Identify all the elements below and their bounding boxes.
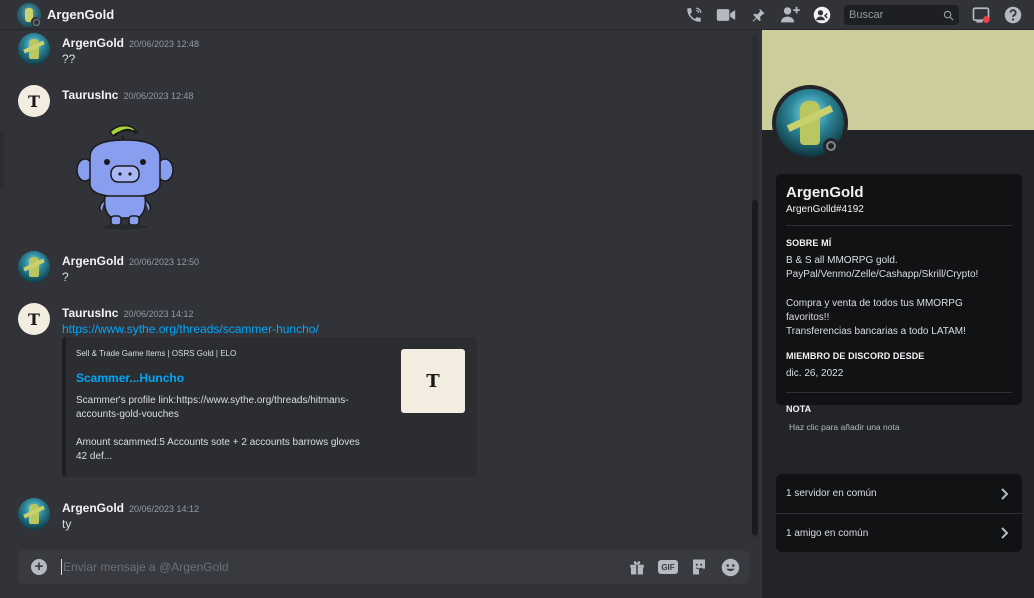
mutual-servers-label: 1 servidor en común xyxy=(786,488,877,499)
message-timestamp: 20/06/2023 12:48 xyxy=(123,91,194,101)
divider xyxy=(786,392,1012,393)
profile-panel: ArgenGold ArgenGolld#4192 SOBRE MÍ B & S… xyxy=(762,30,1034,598)
message-composer[interactable]: + Enviar mensaje a @ArgenGold GIF xyxy=(18,550,749,584)
embed-provider[interactable]: Sell & Trade Game Items | OSRS Gold | EL… xyxy=(76,349,236,358)
search-input[interactable]: Buscar xyxy=(844,5,959,25)
status-offline-icon xyxy=(823,138,839,154)
link-embed: Sell & Trade Game Items | OSRS Gold | EL… xyxy=(62,337,477,477)
member-since-header: MIEMBRO DE DISCORD DESDE xyxy=(786,351,925,361)
message-author[interactable]: ArgenGold xyxy=(62,254,124,268)
message-author[interactable]: ArgenGold xyxy=(62,36,124,50)
avatar[interactable] xyxy=(18,498,50,530)
divider xyxy=(0,130,4,190)
avatar[interactable]: T xyxy=(18,85,50,117)
sticker-icon[interactable] xyxy=(688,557,710,577)
message-author[interactable]: TaurusInc xyxy=(62,306,118,320)
note-header: NOTA xyxy=(786,404,812,414)
help-icon[interactable] xyxy=(1002,4,1024,26)
gift-icon[interactable] xyxy=(626,557,648,577)
message-link[interactable]: https://www.sythe.org/threads/scammer-hu… xyxy=(62,322,319,336)
divider xyxy=(786,225,1012,226)
mutual-friends-label: 1 amigo en común xyxy=(786,527,869,539)
message-timestamp: 20/06/2023 14:12 xyxy=(123,309,194,319)
scrollbar-thumb[interactable] xyxy=(752,200,758,535)
add-friend-icon[interactable] xyxy=(779,4,801,26)
gif-label: GIF xyxy=(658,560,678,574)
profile-card: ArgenGold ArgenGolld#4192 SOBRE MÍ B & S… xyxy=(776,174,1022,432)
avatar[interactable] xyxy=(18,33,50,65)
thumbnail-letter: T xyxy=(426,370,440,392)
mutual-friends-row[interactable]: 1 amigo en común xyxy=(776,513,1022,552)
profile-name: ArgenGold xyxy=(786,184,864,201)
avatar[interactable]: T xyxy=(18,303,50,335)
inbox-icon[interactable] xyxy=(970,4,992,26)
avatar-letter: T xyxy=(28,91,40,111)
mutuals-card: 1 servidor en común 1 amigo en común xyxy=(776,474,1022,552)
embed-description: Scammer's profile link:https://www.sythe… xyxy=(76,395,360,462)
chevron-right-icon xyxy=(1001,527,1009,539)
avatar[interactable] xyxy=(18,251,50,283)
avatar-letter: T xyxy=(28,309,40,329)
message-text: ? xyxy=(62,270,69,284)
emoji-icon[interactable] xyxy=(719,557,741,577)
message-text: ?? xyxy=(62,52,76,66)
about-header: SOBRE MÍ xyxy=(786,238,832,248)
about-text: B & S all MMORPG gold. PayPal/Venmo/Zell… xyxy=(786,255,979,338)
upload-button[interactable]: + xyxy=(31,559,47,575)
member-since-date: dic. 26, 2022 xyxy=(786,368,844,379)
message-timestamp: 20/06/2023 12:48 xyxy=(129,39,200,49)
profile-toggle-icon[interactable] xyxy=(811,4,833,26)
message-text: ty xyxy=(62,517,72,531)
search-placeholder: Buscar xyxy=(849,9,884,21)
profile-tag: ArgenGolld#4192 xyxy=(786,204,864,215)
text-caret xyxy=(61,559,62,575)
chevron-right-icon xyxy=(1001,487,1009,500)
embed-thumbnail[interactable]: T xyxy=(401,349,465,413)
message-author[interactable]: TaurusInc xyxy=(62,88,118,102)
video-call-icon[interactable] xyxy=(715,4,737,26)
header-title[interactable]: ArgenGold xyxy=(47,7,114,22)
status-offline-icon xyxy=(31,17,40,26)
message-list[interactable]: ArgenGold 20/06/2023 12:48 ?? T TaurusInc… xyxy=(0,30,762,538)
message-input[interactable]: Enviar mensaje a @ArgenGold xyxy=(63,560,229,574)
search-icon xyxy=(943,10,954,20)
note-input[interactable]: Haz clic para añadir una nota xyxy=(789,422,900,432)
pin-icon[interactable] xyxy=(747,4,769,26)
gif-button[interactable]: GIF xyxy=(657,557,679,577)
message-timestamp: 20/06/2023 12:50 xyxy=(129,257,200,267)
dm-header: ArgenGold Buscar xyxy=(0,0,1034,30)
mutual-servers-row[interactable]: 1 servidor en común xyxy=(776,474,1022,513)
embed-title[interactable]: Scammer...Huncho xyxy=(76,371,184,385)
message-timestamp: 20/06/2023 14:12 xyxy=(129,504,200,514)
wumpus-sticker[interactable] xyxy=(75,122,175,230)
message-author[interactable]: ArgenGold xyxy=(62,501,124,515)
phone-call-icon[interactable] xyxy=(683,4,705,26)
